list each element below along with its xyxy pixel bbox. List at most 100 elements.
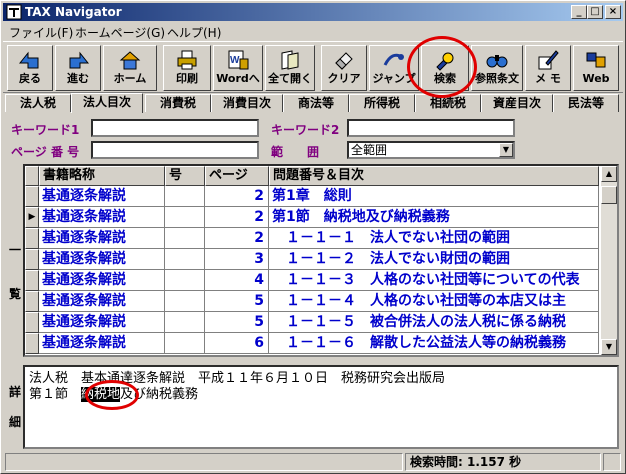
column-header-book[interactable]: 書籍略称 [39, 166, 165, 186]
table-row[interactable]: 基通逐条解説 5 １－１－５ 被合併法人の法人税に係る納税 [25, 312, 599, 333]
cell-number [165, 249, 205, 270]
row-selector[interactable] [25, 291, 39, 312]
search-button[interactable]: 検索 [421, 45, 469, 91]
memo-button[interactable]: メ モ [525, 45, 571, 91]
web-button[interactable]: Web [573, 45, 619, 91]
list-side-label-bottom: 覧 [8, 287, 21, 301]
keyword2-input[interactable] [347, 119, 515, 137]
memo-label: メ モ [535, 72, 561, 85]
window-title: TAX Navigator [25, 5, 122, 19]
cell-title: １－１－６ 解散した公益法人等の納税義務 [269, 333, 599, 354]
open-all-icon [281, 50, 299, 70]
cell-page: 5 [205, 291, 269, 312]
keyword2-label: キーワード2 [271, 123, 340, 137]
detail-pane[interactable]: 法人税 基本通達逐条解説 平成１１年６月１０日 税務研究会出版局 第１節 納税地… [23, 365, 619, 449]
cell-book: 基通逐条解説 [39, 228, 165, 249]
maximize-button[interactable]: □ [587, 5, 603, 19]
tab-consumption-index[interactable]: 消費目次 [211, 94, 283, 112]
tab-asset-index[interactable]: 資産目次 [481, 94, 553, 112]
cell-title: 第1章 総則 [269, 186, 599, 207]
cell-title: １－１－２ 法人でない財団の範囲 [269, 249, 599, 270]
table-row[interactable]: 基通逐条解説 4 １－１－３ 人格のない社団等についての代表 [25, 270, 599, 291]
cell-page: 2 [205, 186, 269, 207]
row-selector[interactable] [25, 249, 39, 270]
menu-bar: ファイル(F) ホームページ(G) ヘルプ(H) [3, 22, 623, 40]
tab-inheritance-tax[interactable]: 相続税 [415, 94, 481, 112]
cell-title: １－１－４ 人格のない社団等の本店又は主 [269, 291, 599, 312]
row-selector[interactable] [25, 270, 39, 291]
cell-page: 6 [205, 333, 269, 354]
title-bar[interactable]: TAX Navigator _ □ × [3, 3, 623, 21]
chevron-down-icon[interactable]: ▼ [499, 143, 513, 157]
column-header-page[interactable]: ページ [205, 166, 269, 186]
word-export-button[interactable]: W Wordへ [213, 45, 263, 91]
keyword1-input[interactable] [91, 119, 259, 137]
menu-help[interactable]: ヘルプ(H) [167, 24, 221, 41]
clear-button[interactable]: クリア [321, 45, 367, 91]
minimize-button[interactable]: _ [571, 5, 587, 19]
close-button[interactable]: × [605, 5, 621, 19]
jump-label: ジャンプ [372, 72, 416, 85]
cell-title: １－１－５ 被合併法人の法人税に係る納税 [269, 312, 599, 333]
grid-scrollbar[interactable]: ▲ ▼ [601, 166, 617, 355]
table-row[interactable]: 基通逐条解説 2 １－１－１ 法人でない社団の範囲 [25, 228, 599, 249]
row-selector[interactable] [25, 333, 39, 354]
table-row[interactable]: 基通逐条解説 3 １－１－２ 法人でない財団の範囲 [25, 249, 599, 270]
tab-corporate-tax[interactable]: 法人税 [5, 94, 71, 112]
cell-number [165, 270, 205, 291]
home-button[interactable]: ホーム [103, 45, 157, 91]
menu-homepage[interactable]: ホームページ(G) [75, 24, 165, 41]
column-header-title[interactable]: 問題番号＆目次 [269, 166, 599, 186]
scroll-down-icon[interactable]: ▼ [601, 339, 617, 355]
row-selector[interactable] [25, 228, 39, 249]
column-header-number[interactable]: 号 [165, 166, 205, 186]
table-row[interactable]: 基通逐条解説 2 第1章 総則 [25, 186, 599, 207]
menu-file[interactable]: ファイル(F) [9, 24, 73, 41]
tab-commercial-law[interactable]: 商法等 [283, 94, 349, 112]
tab-consumption-tax[interactable]: 消費税 [145, 94, 211, 112]
print-button[interactable]: 印刷 [163, 45, 211, 91]
clear-label: クリア [327, 72, 361, 85]
detail-side-label-top: 詳 [8, 385, 21, 399]
status-pane-grip [603, 453, 621, 471]
cell-title: １－１－１ 法人でない社団の範囲 [269, 228, 599, 249]
search-panel: キーワード1 キーワード2 ページ 番 号 範 囲 全範囲 ▼ [5, 113, 623, 161]
forward-label: 進む [67, 72, 89, 85]
row-selector[interactable] [25, 186, 39, 207]
detail-line-1: 法人税 基本通達逐条解説 平成１１年６月１０日 税務研究会出版局 [29, 371, 446, 386]
open-all-button[interactable]: 全て開く [265, 45, 315, 91]
scroll-thumb[interactable] [601, 186, 617, 204]
cell-book: 基通逐条解説 [39, 207, 165, 228]
table-row[interactable]: 基通逐条解説 6 １－１－６ 解散した公益法人等の納税義務 [25, 333, 599, 354]
current-row-pointer-icon[interactable]: ▶ [25, 207, 39, 228]
row-selector[interactable] [25, 312, 39, 333]
web-icon [586, 52, 606, 68]
reference-button[interactable]: 参照条文 [471, 45, 523, 91]
print-label: 印刷 [176, 72, 198, 85]
cell-number [165, 186, 205, 207]
grid-header: 書籍略称 号 ページ 問題番号＆目次 [25, 166, 599, 186]
back-label: 戻る [19, 72, 41, 85]
search-flashlight-icon [436, 52, 454, 71]
tab-corporate-index[interactable]: 法人目次 [71, 93, 143, 113]
scroll-up-icon[interactable]: ▲ [601, 166, 617, 182]
cell-page: 4 [205, 270, 269, 291]
table-row[interactable]: 基通逐条解説 5 １－１－４ 人格のない社団等の本店又は主 [25, 291, 599, 312]
tab-income-tax[interactable]: 所得税 [349, 94, 415, 112]
back-arrow-icon [18, 51, 39, 69]
range-select[interactable]: 全範囲 ▼ [347, 141, 515, 159]
forward-button[interactable]: 進む [55, 45, 101, 91]
page-number-input[interactable] [91, 141, 259, 159]
jump-button[interactable]: ジャンプ [369, 45, 419, 91]
table-row[interactable]: ▶ 基通逐条解説 2 第1節 納税地及び納税義務 [25, 207, 599, 228]
home-label: ホーム [113, 72, 147, 85]
cell-book: 基通逐条解説 [39, 312, 165, 333]
cell-book: 基通逐条解説 [39, 291, 165, 312]
printer-icon [177, 50, 197, 70]
word-export-label: Wordへ [216, 72, 260, 85]
cell-book: 基通逐条解説 [39, 270, 165, 291]
back-button[interactable]: 戻る [7, 45, 53, 91]
tab-civil-law[interactable]: 民法等 [553, 94, 619, 112]
home-icon [119, 51, 141, 70]
memo-pen-icon [538, 50, 559, 70]
